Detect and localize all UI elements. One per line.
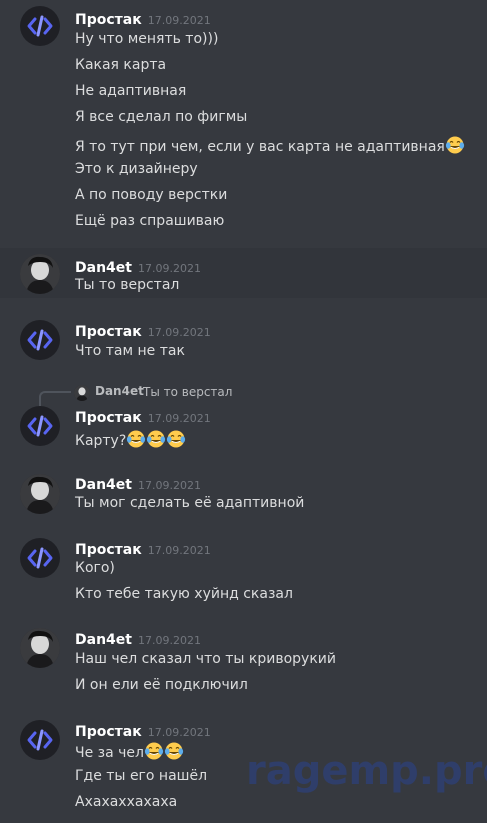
message-text: Я то тут при чем, если у вас карта не ад… [75, 139, 445, 155]
code-icon [27, 547, 53, 569]
author-name[interactable]: Простак [75, 324, 142, 340]
message-line: Я то тут при чем, если у вас карта не ад… [75, 135, 465, 155]
joy-icon [164, 741, 184, 761]
message-group: Простак 17.09.2021 Кого) Кто тебе такую х… [0, 534, 487, 610]
author-name[interactable]: Dan4et [75, 632, 132, 648]
avatar[interactable] [20, 6, 60, 46]
message-text: Ну что менять то))) [75, 31, 219, 47]
avatar[interactable] [20, 720, 60, 760]
message-group: Dan4et 17.09.2021 Ты то верстал [0, 248, 487, 298]
joy-icon [445, 135, 465, 155]
profile-photo-icon [20, 474, 60, 514]
author-name[interactable]: Простак [75, 410, 142, 426]
message-group: Простак 17.09.2021 Карту? [0, 402, 487, 452]
timestamp: 17.09.2021 [137, 634, 201, 647]
message-text: Кто тебе такую хуйнд сказал [75, 586, 293, 602]
message-text: Где ты его нашёл [75, 768, 208, 784]
message-text: Наш чел сказал что ты криворукий [75, 651, 336, 667]
message-text: Какая карта [75, 57, 167, 73]
avatar[interactable] [20, 406, 60, 446]
joy-icon [126, 429, 146, 449]
message-text: Что там не так [75, 343, 185, 359]
timestamp: 17.09.2021 [147, 14, 211, 27]
message-text: Кого) [75, 560, 115, 576]
message-text: Не адаптивная [75, 83, 187, 99]
author-name[interactable]: Dan4et [75, 477, 132, 493]
author-name[interactable]: Простак [75, 12, 142, 28]
code-icon [27, 415, 53, 437]
message-text: Ты мог сделать её адаптивной [75, 495, 305, 511]
timestamp: 17.09.2021 [147, 726, 211, 739]
message-text: А по поводу верстки [75, 187, 228, 203]
joy-icon [166, 429, 186, 449]
timestamp: 17.09.2021 [147, 326, 211, 339]
author-name[interactable]: Простак [75, 724, 142, 740]
timestamp: 17.09.2021 [147, 412, 211, 425]
avatar[interactable] [20, 254, 60, 294]
message-text: Ты то верстал [75, 277, 180, 293]
avatar[interactable] [20, 538, 60, 578]
message-group: Простак 17.09.2021 Что там не так [0, 316, 487, 366]
author-name[interactable]: Dan4et [75, 260, 132, 276]
message-text: Ещё раз спрашиваю [75, 213, 225, 229]
timestamp: 17.09.2021 [137, 479, 201, 492]
reply-author[interactable]: Dan4et [95, 384, 144, 398]
timestamp: 17.09.2021 [137, 262, 201, 275]
message-text: Я все сделал по фигмы [75, 109, 248, 125]
joy-icon [146, 429, 166, 449]
message-text: Это к дизайнеру [75, 161, 198, 177]
message-group: Dan4et 17.09.2021 Наш чел сказал что ты к… [0, 626, 487, 702]
profile-photo-icon [20, 254, 60, 294]
message-group: Dan4et 17.09.2021 Ты мог сделать её адапт… [0, 470, 487, 520]
message-text: Ахахаххахаха [75, 794, 178, 810]
author-name[interactable]: Простак [75, 542, 142, 558]
reply-text[interactable]: Ты то верстал [143, 385, 232, 399]
message-text: Карту? [75, 433, 127, 449]
timestamp: 17.09.2021 [147, 544, 211, 557]
joy-icon [144, 741, 164, 761]
avatar[interactable] [20, 474, 60, 514]
code-icon [27, 329, 53, 351]
message-line: Че за чел [75, 741, 184, 761]
code-icon [27, 729, 53, 751]
message-line: Карту? [75, 429, 186, 449]
avatar[interactable] [20, 628, 60, 668]
message-text: И он ели её подключил [75, 677, 248, 693]
message-group: Простак 17.09.2021 Ну что менять то))) Ка… [0, 0, 487, 245]
message-text: Че за чел [75, 745, 144, 761]
code-icon [27, 15, 53, 37]
profile-photo-icon [74, 385, 90, 401]
profile-photo-icon [20, 628, 60, 668]
avatar[interactable] [20, 320, 60, 360]
watermark: ragemp.pro [246, 748, 487, 794]
reply-avatar[interactable] [74, 385, 90, 401]
